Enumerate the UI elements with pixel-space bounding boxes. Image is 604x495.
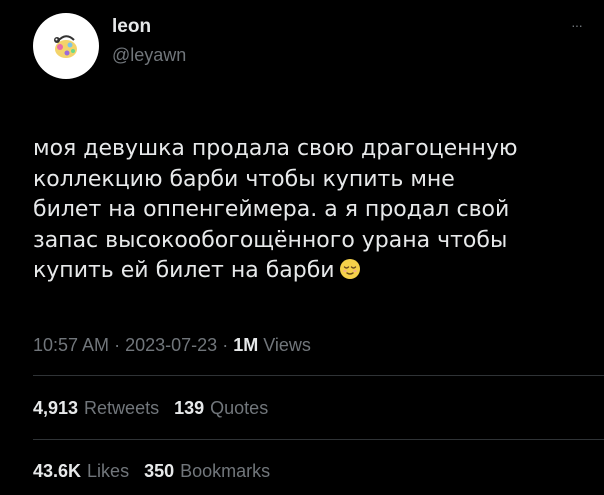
stats-row-reactions: 43.6K Likes 350 Bookmarks	[33, 460, 280, 482]
more-options-icon[interactable]: ···	[571, 18, 583, 32]
author-display-name[interactable]: leon	[112, 16, 186, 38]
bookmarks-label: Bookmarks	[180, 461, 271, 481]
tweet-meta: 10:57 AM · 2023-07-23 · 1M Views	[33, 334, 311, 356]
author-handle[interactable]: @leyawn	[112, 44, 186, 66]
avatar[interactable]	[33, 13, 99, 79]
bookmarks-stat[interactable]: 350 Bookmarks	[144, 461, 270, 481]
views-count: 1M	[233, 335, 259, 355]
tweet-date[interactable]: 2023-07-23	[125, 335, 217, 355]
likes-stat[interactable]: 43.6K Likes	[33, 461, 134, 481]
tweet-author: leon @leyawn	[112, 16, 186, 66]
tweet-body: моя девушка продала свою драгоценную кол…	[33, 134, 588, 290]
stats-row-shares: 4,913 Retweets 139 Quotes	[33, 397, 278, 419]
relieved-face-emoji-icon	[339, 258, 361, 290]
divider	[33, 439, 604, 440]
avatar-illustration-icon	[54, 35, 77, 58]
bookmarks-count: 350	[144, 461, 175, 481]
tweet-text: моя девушка продала свою драгоценную кол…	[33, 136, 518, 283]
quotes-count: 139	[174, 398, 205, 418]
likes-count: 43.6K	[33, 461, 82, 481]
tweet-time[interactable]: 10:57 AM	[33, 335, 109, 355]
divider	[33, 375, 604, 376]
views-label: Views	[263, 335, 311, 355]
likes-label: Likes	[87, 461, 130, 481]
retweets-label: Retweets	[84, 398, 160, 418]
retweets-stat[interactable]: 4,913 Retweets	[33, 398, 164, 418]
meta-separator: ·	[222, 335, 229, 355]
retweets-count: 4,913	[33, 398, 79, 418]
quotes-label: Quotes	[210, 398, 269, 418]
quotes-stat[interactable]: 139 Quotes	[174, 398, 268, 418]
meta-separator: ·	[114, 335, 121, 355]
